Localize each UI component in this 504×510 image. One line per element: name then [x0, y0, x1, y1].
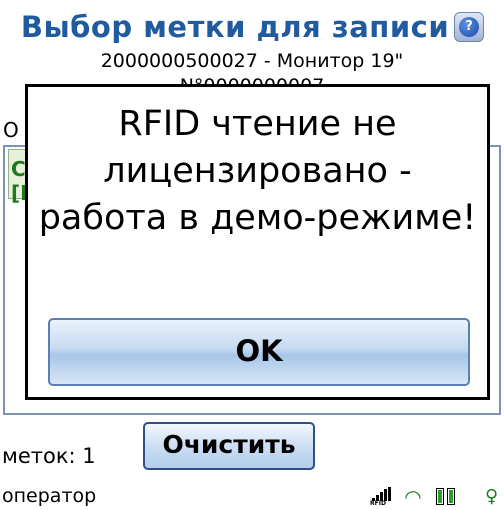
help-icon[interactable]: ?	[454, 12, 484, 42]
background-label-fragment: О	[3, 118, 19, 142]
license-warning-dialog: RFID чтение не лицензировано - работа в …	[25, 84, 490, 400]
battery-icon	[436, 487, 458, 507]
tag-count: меток: 1	[2, 444, 96, 468]
rfid-label: RFID	[370, 500, 386, 507]
page-title: Выбор метки для записи	[20, 10, 450, 44]
help-glyph: ?	[459, 17, 479, 37]
dialog-message: RFID чтение не лицензировано - работа в …	[38, 104, 477, 238]
status-user: оператор	[2, 485, 97, 507]
item-description: 2000000500027 - Монитор 19"	[100, 50, 404, 72]
wifi-icon: ◠	[404, 485, 422, 509]
clear-button[interactable]: Очистить	[143, 422, 315, 470]
rfid-signal-icon: RFID	[370, 487, 396, 507]
usb-icon: ♀	[485, 486, 499, 507]
list-item-text: C	[11, 157, 26, 181]
ok-button[interactable]: OK	[48, 318, 470, 386]
